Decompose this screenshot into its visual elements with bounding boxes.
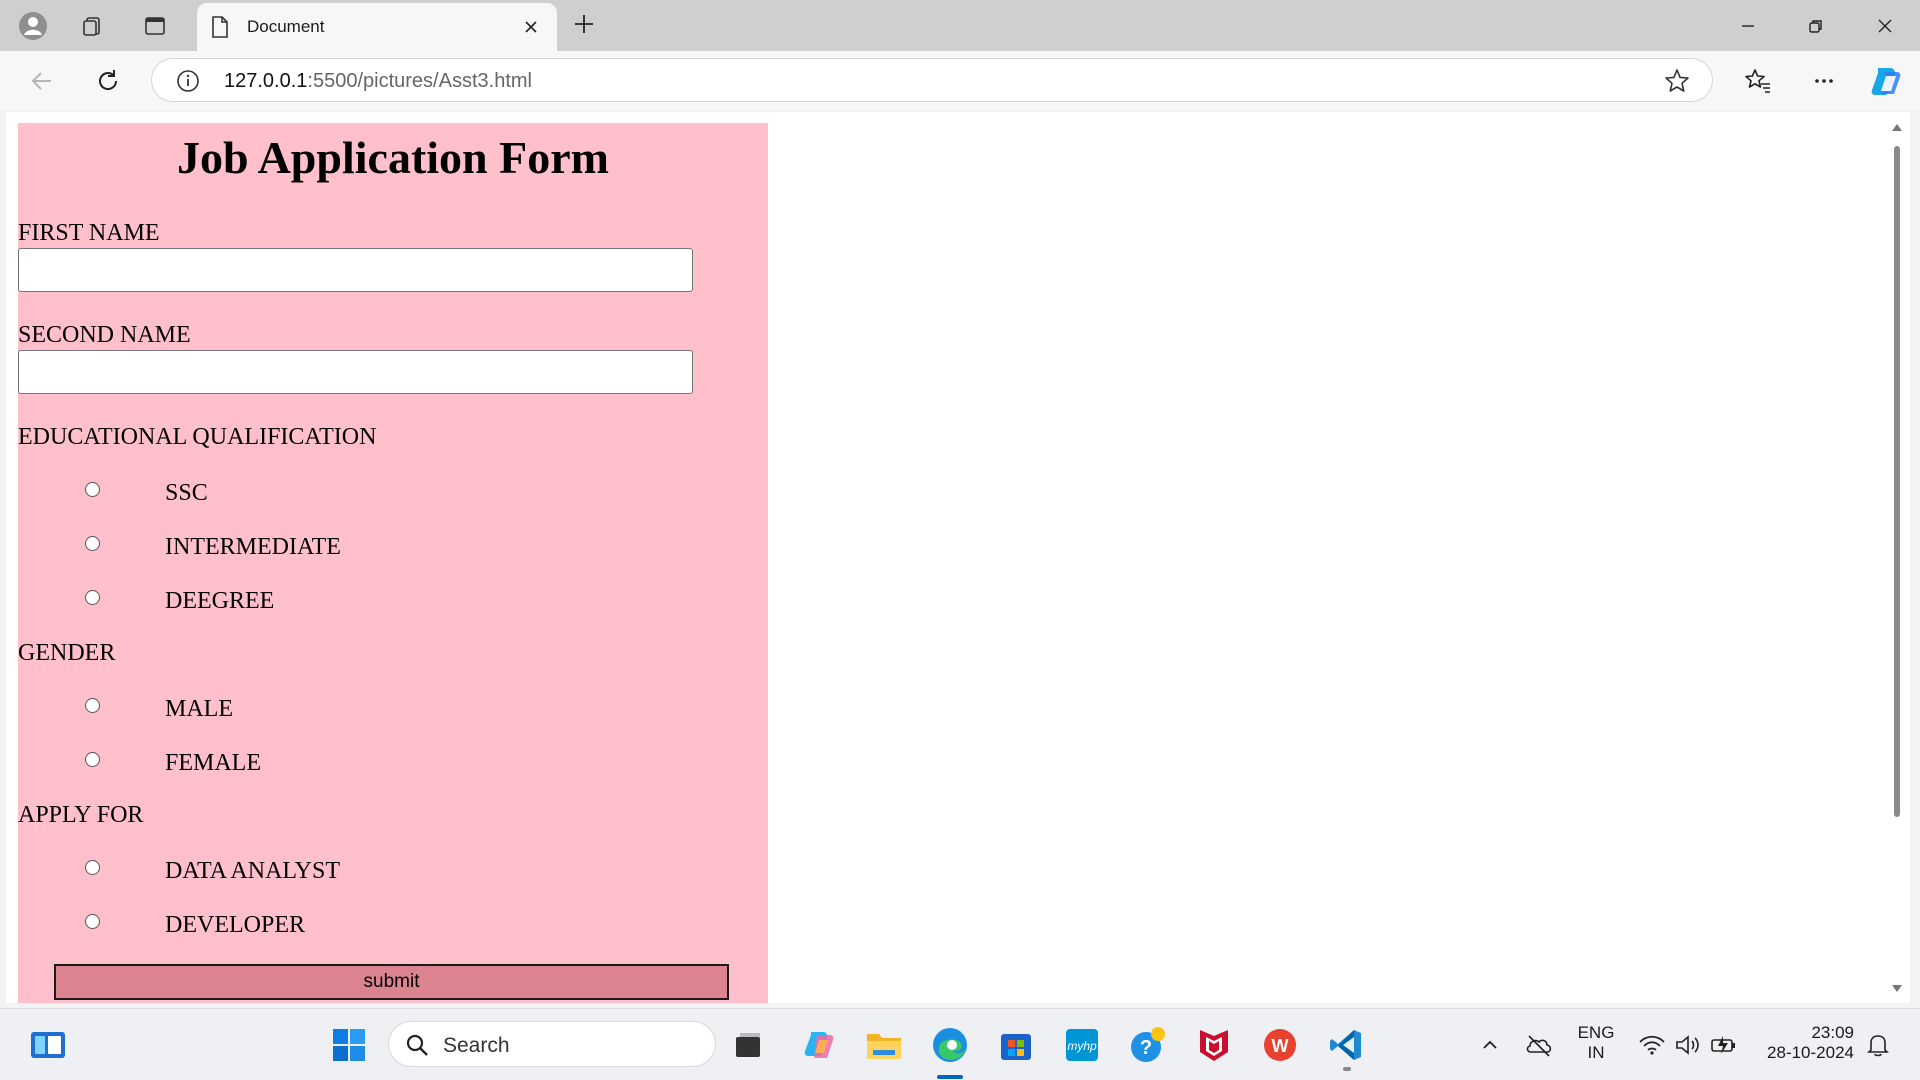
task-view-icon[interactable]	[726, 1023, 770, 1067]
search-icon	[405, 1033, 429, 1057]
browser-toolbar: 127.0.0.1:5500/pictures/Asst3.html	[0, 51, 1920, 110]
copilot-app-icon[interactable]	[797, 1023, 841, 1067]
vscode-icon[interactable]	[1324, 1023, 1368, 1067]
page-title: Job Application Form	[177, 132, 609, 183]
tab-actions-icon[interactable]	[137, 8, 173, 44]
education-label: EDUCATIONAL QUALIFICATION	[18, 424, 377, 450]
url-text[interactable]: 127.0.0.1:5500/pictures/Asst3.html	[224, 70, 532, 93]
profile-icon[interactable]	[15, 8, 51, 44]
browser-title-bar: Document	[0, 0, 1920, 51]
minimize-icon[interactable]	[1728, 10, 1768, 42]
chevron-up-icon[interactable]	[1468, 1023, 1512, 1067]
radio-female[interactable]	[85, 752, 100, 767]
address-bar[interactable]: 127.0.0.1:5500/pictures/Asst3.html	[151, 58, 1713, 102]
copilot-icon[interactable]	[1868, 63, 1904, 99]
radio-degree[interactable]	[85, 590, 100, 605]
refresh-icon[interactable]	[90, 63, 126, 99]
search-label: Search	[443, 1034, 510, 1057]
close-icon[interactable]	[523, 19, 539, 35]
widgets-icon[interactable]	[26, 1023, 70, 1067]
option-intermediate-label: INTERMEDIATE	[165, 534, 341, 560]
back-icon[interactable]	[24, 63, 60, 99]
window-close-icon[interactable]	[1865, 10, 1905, 42]
workspaces-icon[interactable]	[75, 8, 111, 44]
job-application-form: Job Application Form FIRST NAME SECOND N…	[18, 123, 768, 1003]
restore-icon[interactable]	[1796, 10, 1836, 42]
page-viewport: Job Application Form FIRST NAME SECOND N…	[6, 112, 1910, 1003]
file-explorer-icon[interactable]	[862, 1023, 906, 1067]
svg-text:myhp: myhp	[1067, 1039, 1097, 1053]
option-developer-label: DEVELOPER	[165, 912, 305, 938]
radio-data-analyst[interactable]	[85, 860, 100, 875]
taskbar: Search myhp ? W ENG IN 23:09 28-10-2024	[0, 1008, 1920, 1080]
svg-text:?: ?	[1140, 1037, 1152, 1059]
running-app-indicator	[1343, 1067, 1351, 1071]
active-tab[interactable]: Document	[197, 3, 557, 51]
gender-label: GENDER	[18, 640, 116, 666]
notification-bell-icon[interactable]	[1856, 1023, 1900, 1067]
clock-date: 28-10-2024	[1767, 1043, 1854, 1062]
first-name-input[interactable]	[18, 248, 693, 292]
first-name-label: FIRST NAME	[18, 220, 160, 246]
page-scrollbar[interactable]	[1890, 112, 1904, 1003]
battery-icon[interactable]	[1702, 1023, 1746, 1067]
edge-icon[interactable]	[928, 1023, 972, 1067]
language-region: IN	[1587, 1043, 1605, 1062]
wps-office-icon[interactable]: W	[1258, 1023, 1302, 1067]
taskbar-search[interactable]: Search	[388, 1021, 716, 1067]
language-indicator[interactable]: ENG IN	[1576, 1023, 1616, 1063]
scrollbar-thumb[interactable]	[1894, 146, 1900, 817]
url-host: 127.0.0.1	[224, 70, 308, 92]
active-app-indicator	[937, 1075, 963, 1079]
option-data-analyst-label: DATA ANALYST	[165, 858, 341, 884]
myhp-icon[interactable]: myhp	[1060, 1023, 1104, 1067]
clock[interactable]: 23:09 28-10-2024	[1754, 1023, 1854, 1063]
second-name-label: SECOND NAME	[18, 322, 191, 348]
option-female-label: FEMALE	[165, 750, 261, 776]
store-icon[interactable]	[994, 1023, 1038, 1067]
more-icon[interactable]	[1806, 63, 1842, 99]
mcafee-icon[interactable]	[1192, 1023, 1236, 1067]
page-icon	[209, 15, 231, 39]
star-icon[interactable]	[1664, 68, 1690, 94]
language-code: ENG	[1577, 1023, 1615, 1042]
option-degree-label: DEEGREE	[165, 588, 275, 614]
url-path: :5500/pictures/Asst3.html	[307, 70, 532, 92]
onedrive-icon[interactable]	[1517, 1023, 1561, 1067]
second-name-input[interactable]	[18, 350, 693, 394]
radio-intermediate[interactable]	[85, 536, 100, 551]
scroll-up-icon[interactable]	[1891, 122, 1903, 132]
favorites-icon[interactable]	[1740, 63, 1776, 99]
radio-male[interactable]	[85, 698, 100, 713]
option-ssc-label: SSC	[165, 480, 208, 506]
radio-ssc[interactable]	[85, 482, 100, 497]
windows-start-icon[interactable]	[327, 1023, 371, 1067]
plus-icon[interactable]	[572, 12, 596, 36]
clock-time: 23:09	[1811, 1023, 1854, 1042]
scroll-down-icon[interactable]	[1891, 984, 1903, 994]
radio-developer[interactable]	[85, 914, 100, 929]
svg-text:W: W	[1272, 1036, 1289, 1056]
option-male-label: MALE	[165, 696, 233, 722]
tips-icon[interactable]: ?	[1126, 1023, 1170, 1067]
info-icon[interactable]	[176, 69, 200, 93]
submit-button[interactable]: submit	[54, 964, 729, 1000]
tab-title: Document	[247, 17, 325, 36]
apply-for-label: APPLY FOR	[18, 802, 144, 828]
